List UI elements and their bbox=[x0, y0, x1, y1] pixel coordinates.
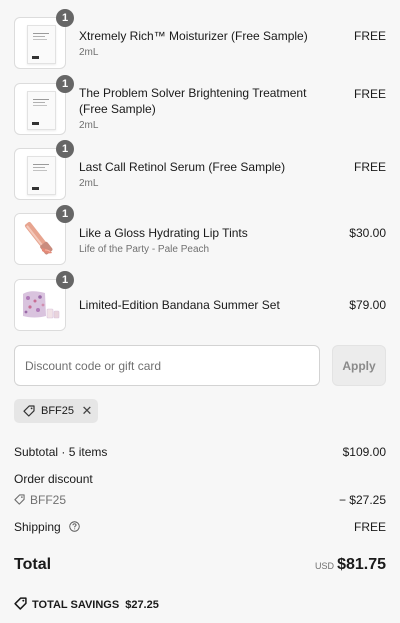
sample-sachet-image bbox=[27, 25, 56, 64]
apply-discount-button[interactable]: Apply bbox=[332, 345, 386, 386]
item-variant: 2mL bbox=[79, 47, 99, 58]
item-price: $30.00 bbox=[349, 226, 386, 240]
tag-icon bbox=[14, 597, 27, 610]
item-variant: 2mL bbox=[79, 178, 99, 189]
product-thumbnail: 1 bbox=[14, 140, 74, 200]
line-item: 1 Like a Gloss Hydrating Lip Tints Life … bbox=[0, 205, 400, 267]
total-savings-label: TOTAL SAVINGS bbox=[32, 599, 120, 611]
discount-code-input[interactable] bbox=[14, 345, 320, 386]
total-label: Total bbox=[14, 556, 52, 573]
quantity-badge: 1 bbox=[56, 205, 74, 223]
shipping-row: Shipping bbox=[14, 520, 80, 534]
quantity-badge: 1 bbox=[56, 140, 74, 158]
currency-code: USD bbox=[315, 561, 335, 571]
line-item: 1 Xtremely Rich™ Moisturizer (Free Sampl… bbox=[0, 9, 400, 71]
product-thumbnail: 1 bbox=[14, 271, 74, 331]
item-variant: Life of the Party - Pale Peach bbox=[79, 244, 210, 255]
quantity-badge: 1 bbox=[56, 9, 74, 27]
applied-code-label: BFF25 bbox=[41, 405, 75, 417]
applied-discount-chip: BFF25 ✕ bbox=[14, 399, 98, 423]
shipping-value: FREE bbox=[353, 520, 386, 534]
quantity-badge: 1 bbox=[56, 271, 74, 289]
item-name: Xtremely Rich™ Moisturizer (Free Sample) bbox=[79, 29, 308, 43]
sample-sachet-image bbox=[27, 156, 56, 195]
line-item: 1 Last Call Retinol Serum (Free Sample) … bbox=[0, 140, 400, 202]
total-value: $81.75 bbox=[337, 556, 386, 573]
product-thumbnail: 1 bbox=[14, 9, 74, 69]
total-savings-value: $27.25 bbox=[125, 599, 159, 611]
line-item: 1 Limited-Edition Bandana Summer Set $79… bbox=[0, 271, 400, 333]
lip-tint-image bbox=[15, 214, 65, 264]
item-name: Limited-Edition Bandana Summer Set bbox=[79, 298, 280, 312]
subtotal-label: Subtotal · 5 items bbox=[14, 445, 108, 459]
product-thumbnail: 1 bbox=[14, 75, 74, 135]
item-price: FREE bbox=[353, 160, 386, 174]
product-thumbnail: 1 bbox=[14, 205, 74, 265]
item-price: $79.00 bbox=[349, 298, 386, 312]
order-summary: 1 Xtremely Rich™ Moisturizer (Free Sampl… bbox=[0, 0, 400, 623]
line-item: 1 The Problem Solver Brightening Treatme… bbox=[0, 75, 400, 137]
item-variant: 2mL bbox=[79, 120, 99, 131]
remove-discount-icon[interactable]: ✕ bbox=[80, 402, 94, 420]
item-name: Last Call Retinol Serum (Free Sample) bbox=[79, 160, 286, 174]
item-name: Like a Gloss Hydrating Lip Tints bbox=[79, 226, 248, 240]
item-name: The Problem Solver Brightening Treatment… bbox=[79, 86, 307, 116]
tag-icon bbox=[14, 494, 25, 505]
bandana-set-image bbox=[15, 280, 65, 330]
quantity-badge: 1 bbox=[56, 75, 74, 93]
discount-code-row: BFF25 bbox=[14, 493, 66, 507]
item-price: FREE bbox=[353, 87, 386, 101]
total-savings: TOTAL SAVINGS $27.25 bbox=[14, 597, 159, 611]
tag-icon bbox=[23, 405, 35, 417]
sample-sachet-image bbox=[27, 91, 56, 130]
help-circle-icon[interactable] bbox=[69, 521, 80, 532]
order-discount-label: Order discount bbox=[14, 472, 93, 486]
shipping-label: Shipping bbox=[14, 520, 61, 534]
discount-value: − $27.25 bbox=[338, 493, 386, 507]
item-price: FREE bbox=[353, 29, 386, 43]
discount-code-label: BFF25 bbox=[30, 493, 67, 507]
subtotal-value: $109.00 bbox=[342, 445, 386, 459]
